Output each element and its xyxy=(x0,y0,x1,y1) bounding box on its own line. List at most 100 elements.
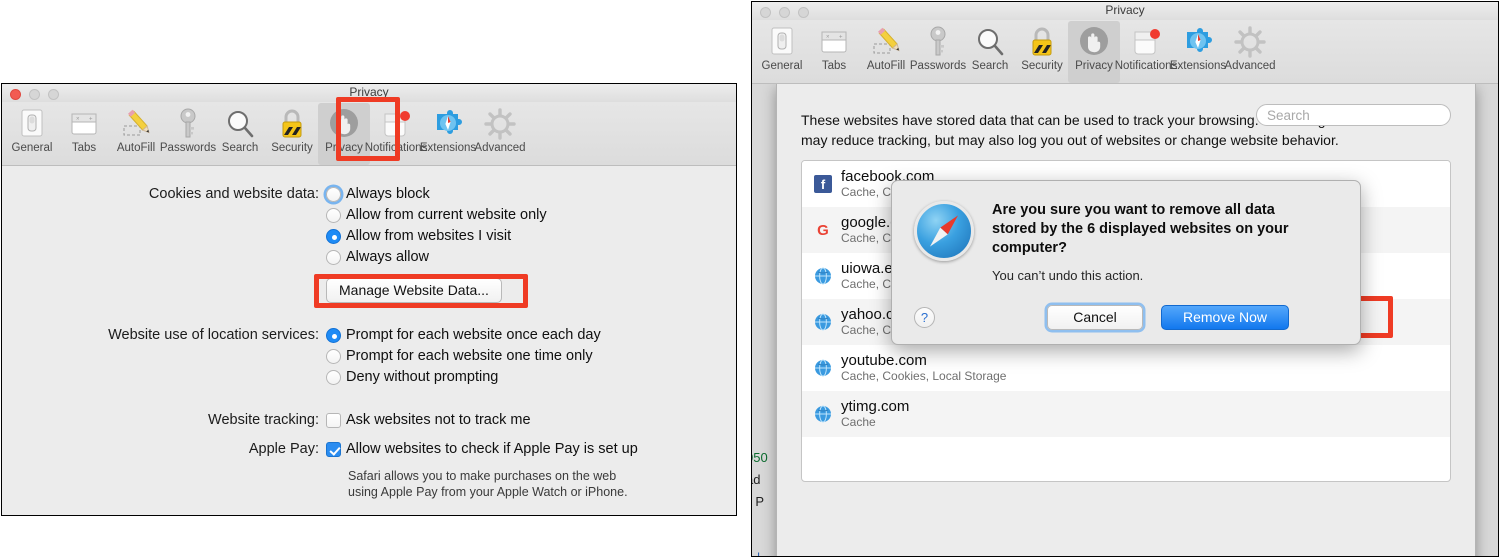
tab-security-right[interactable]: Security xyxy=(1016,21,1068,83)
tab-advanced-right[interactable]: Advanced xyxy=(1224,21,1276,83)
alert-title: Are you sure you want to remove all data… xyxy=(992,202,1289,256)
tab-security-label: Security xyxy=(271,142,313,154)
list-item[interactable]: ytimg.com Cache xyxy=(802,391,1450,437)
cookies-option-sites-i-visit[interactable]: Allow from websites I visit xyxy=(326,226,736,247)
notification-badge-icon xyxy=(379,106,413,142)
left-titlebar: Privacy xyxy=(2,84,736,102)
location-section: Website use of location services: Prompt… xyxy=(2,325,736,388)
sheet-blurb-line2: may reduce tracking, but may also log yo… xyxy=(801,132,1339,148)
globe-icon xyxy=(814,359,832,377)
pencil-icon xyxy=(119,106,153,142)
magnifier-icon xyxy=(224,106,256,142)
tab-extensions[interactable]: Extensions xyxy=(419,103,477,165)
apple-pay-label: Apple Pay: xyxy=(248,441,319,457)
tab-advanced[interactable]: Advanced xyxy=(474,103,526,165)
location-option-2-label: Deny without prompting xyxy=(346,369,499,385)
safari-compass-icon xyxy=(914,201,974,261)
tab-notifications[interactable]: Notifications xyxy=(365,103,427,165)
radio-prompt-once-each-day[interactable] xyxy=(326,328,341,343)
website-name: ytimg.com xyxy=(841,398,910,415)
location-option-one-time[interactable]: Prompt for each website one time only xyxy=(326,346,736,367)
general-switch-icon xyxy=(17,106,47,142)
tab-advanced-label: Advanced xyxy=(474,142,526,154)
cookies-option-1-label: Allow from current website only xyxy=(346,207,547,223)
tab-privacy-right[interactable]: Privacy xyxy=(1068,21,1120,83)
tab-autofill[interactable]: AutoFill xyxy=(110,103,162,165)
preferences-toolbar-right[interactable]: General × + Tabs AutoFill Passwords Searc… xyxy=(752,20,1498,84)
tab-security[interactable]: Security xyxy=(266,103,318,165)
tab-passwords[interactable]: Passwords xyxy=(159,103,217,165)
preferences-toolbar-left[interactable]: General × + Tabs AutoFill Passwords Searc… xyxy=(2,102,736,166)
right-window-content: 050 ad ll P e | Search These websites ha… xyxy=(752,84,1498,556)
window-title: Privacy xyxy=(349,85,389,99)
puzzle-compass-icon xyxy=(431,106,465,142)
radio-deny-prompting[interactable] xyxy=(326,370,341,385)
tab-passwords-right[interactable]: Passwords xyxy=(910,21,966,83)
tab-autofill-right-label: AutoFill xyxy=(866,60,906,72)
apple-pay-note-line2: using Apple Pay from your Apple Watch or… xyxy=(348,485,628,499)
background-text-line-2: ad xyxy=(752,472,761,487)
radio-always-allow[interactable] xyxy=(326,250,341,265)
tab-autofill-right[interactable]: AutoFill xyxy=(860,21,912,83)
tracking-checkbox-row[interactable]: Ask websites not to track me xyxy=(326,410,736,431)
apple-pay-note-line1: Safari allows you to make purchases on t… xyxy=(348,469,617,483)
puzzle-compass-icon xyxy=(1181,24,1215,60)
tab-general-right[interactable]: General xyxy=(756,21,808,83)
tab-search-label: Search xyxy=(221,142,259,154)
location-option-once-each-day[interactable]: Prompt for each website once each day xyxy=(326,325,736,346)
alert-subtitle: You can’t undo this action. xyxy=(992,268,1144,283)
safari-preferences-window-left: Privacy General ×+ Tabs AutoFill Passwo xyxy=(1,83,737,516)
checkbox-do-not-track[interactable] xyxy=(326,413,341,428)
background-text-line-4: e | xyxy=(752,550,760,556)
tab-notifications-right[interactable]: Notifications xyxy=(1115,21,1177,83)
lock-icon xyxy=(1028,24,1056,60)
radio-allow-visited[interactable] xyxy=(326,229,341,244)
tab-tabs-right[interactable]: × + Tabs xyxy=(808,21,860,83)
tracking-section: Website tracking: Ask websites not to tr… xyxy=(2,410,736,431)
tab-general[interactable]: General xyxy=(6,103,58,165)
tabs-icon: × + xyxy=(68,106,100,142)
globe-icon xyxy=(814,267,832,285)
tab-passwords-label: Passwords xyxy=(159,142,217,154)
tab-privacy-label: Privacy xyxy=(325,142,363,154)
remove-all-confirmation-dialog: Are you sure you want to remove all data… xyxy=(891,180,1361,345)
cookies-option-always-block[interactable]: Always block xyxy=(326,184,736,205)
apple-pay-section: Apple Pay: Allow websites to check if Ap… xyxy=(2,439,736,500)
location-option-deny[interactable]: Deny without prompting xyxy=(326,367,736,388)
website-details: Cache, Cookies, Local Storage xyxy=(841,369,1007,383)
radio-always-block[interactable] xyxy=(326,187,341,202)
privacy-pane-left: Cookies and website data: Always block A… xyxy=(2,166,736,515)
tab-general-right-label: General xyxy=(761,60,803,72)
cancel-button[interactable]: Cancel xyxy=(1047,305,1143,330)
search-input[interactable]: Search xyxy=(1256,104,1451,126)
tab-extensions-right[interactable]: Extensions xyxy=(1169,21,1227,83)
apple-pay-checkbox-row[interactable]: Allow websites to check if Apple Pay is … xyxy=(326,439,736,460)
tab-extensions-label: Extensions xyxy=(419,142,477,154)
google-icon: G xyxy=(817,221,829,239)
tab-notifications-right-label: Notifications xyxy=(1114,60,1178,72)
tab-search-right[interactable]: Search xyxy=(964,21,1016,83)
remove-now-button[interactable]: Remove Now xyxy=(1161,305,1289,330)
tab-privacy[interactable]: Privacy xyxy=(318,103,370,165)
tab-privacy-right-label: Privacy xyxy=(1075,60,1113,72)
cookies-option-current-site[interactable]: Allow from current website only xyxy=(326,205,736,226)
tab-search[interactable]: Search xyxy=(214,103,266,165)
location-option-1-label: Prompt for each website one time only xyxy=(346,348,593,364)
cookies-section: Cookies and website data: Always block A… xyxy=(2,184,736,303)
tab-extensions-right-label: Extensions xyxy=(1169,60,1227,72)
background-text-line-3: ll P xyxy=(752,494,765,509)
radio-prompt-one-time[interactable] xyxy=(326,349,341,364)
svg-text:×: × xyxy=(826,35,830,41)
tabs-icon: × + xyxy=(818,24,850,60)
cookies-option-always-allow[interactable]: Always allow xyxy=(326,247,736,268)
right-titlebar: Privacy xyxy=(752,2,1498,20)
help-button-alert[interactable]: ? xyxy=(914,307,935,328)
tab-tabs[interactable]: × + Tabs xyxy=(58,103,110,165)
tab-security-right-label: Security xyxy=(1021,60,1063,72)
tab-notifications-label: Notifications xyxy=(364,142,428,154)
list-item[interactable]: youtube.com Cache, Cookies, Local Storag… xyxy=(802,345,1450,391)
checkbox-apple-pay[interactable] xyxy=(326,442,341,457)
manage-website-data-button[interactable]: Manage Website Data... xyxy=(326,278,502,303)
radio-allow-current[interactable] xyxy=(326,208,341,223)
cookies-option-2-label: Allow from websites I visit xyxy=(346,228,512,244)
